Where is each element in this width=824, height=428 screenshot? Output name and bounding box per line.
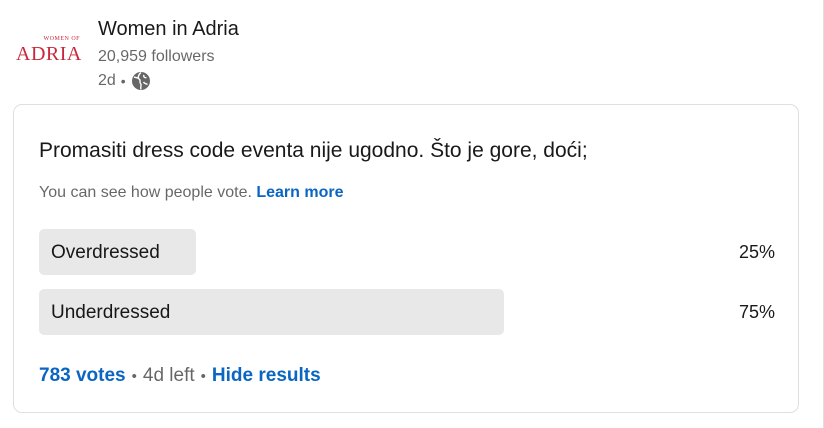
footer-separator: • [131, 367, 137, 385]
time-left: 4d left [142, 365, 195, 386]
footer-separator: • [200, 367, 206, 385]
poll-footer: 783 votes • 4d left • Hide results [39, 365, 321, 387]
poll-option-label: Overdressed [51, 242, 160, 263]
post-time: 2d [98, 72, 116, 89]
post-meta: 2d • [98, 71, 151, 91]
poll-option-label: Underdressed [51, 302, 171, 323]
post-header: WOMEN OF ADRIA Women in Adria 20,959 fol… [0, 0, 824, 100]
company-logo[interactable]: WOMEN OF ADRIA [14, 36, 86, 72]
visibility-text: You can see how people vote. [39, 184, 252, 201]
follower-count: 20,959 followers [98, 48, 215, 65]
poll-option-percent: 75% [738, 302, 775, 322]
poll-visibility-note: You can see how people vote. Learn more [39, 184, 344, 202]
logo-main-text: ADRIA [16, 43, 82, 65]
globe-icon [131, 71, 151, 91]
poll-option: Overdressed 25% [39, 229, 775, 275]
vote-count-link[interactable]: 783 votes [39, 365, 126, 387]
logo-top-text: WOMEN OF [43, 36, 80, 42]
poll-option-percent: 25% [738, 242, 775, 262]
company-name-link[interactable]: Women in Adria [98, 18, 239, 41]
poll-option: Underdressed 75% [39, 289, 775, 335]
learn-more-link[interactable]: Learn more [256, 184, 343, 201]
hide-results-button[interactable]: Hide results [212, 365, 321, 387]
poll-question: Promasiti dress code eventa nije ugodno.… [39, 139, 588, 162]
poll-card: Promasiti dress code eventa nije ugodno.… [13, 104, 799, 413]
meta-separator: • [120, 73, 126, 89]
